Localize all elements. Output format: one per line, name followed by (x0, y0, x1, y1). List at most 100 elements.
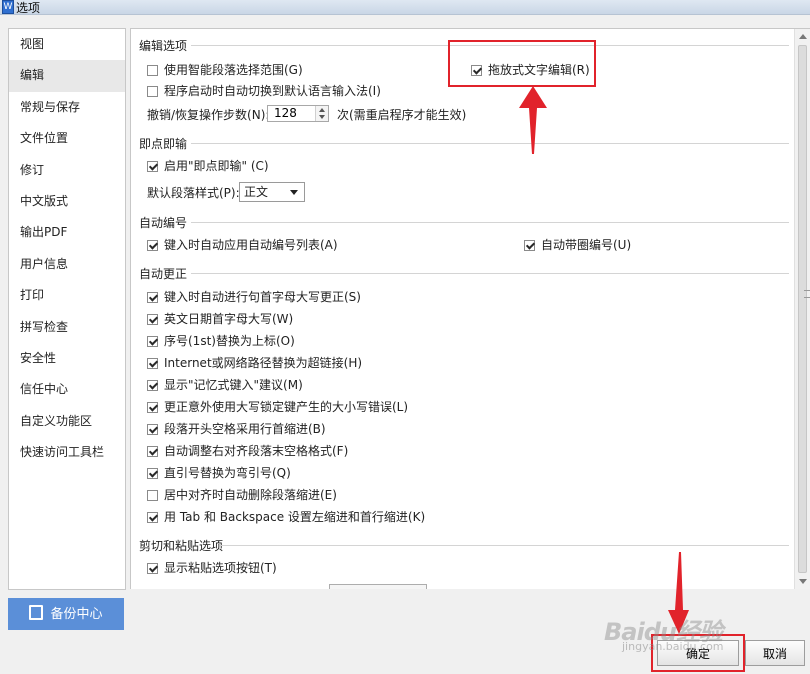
baidu-watermark-url: jingyan.baidu.com (622, 640, 724, 653)
section-divider (191, 222, 789, 223)
checkbox-label: 显示粘贴选项按钮(T) (164, 561, 277, 575)
checkbox-box (147, 512, 158, 523)
section-divider (191, 273, 789, 274)
checkbox-box (147, 86, 158, 97)
checkbox-label: 启用"即点即输" (C) (164, 159, 269, 173)
vertical-scrollbar[interactable] (794, 29, 810, 589)
checkbox-box (147, 292, 158, 303)
checkbox-label: 显示"记忆式键入"建议(M) (164, 378, 303, 392)
scrollbar-thumb[interactable] (798, 45, 810, 573)
autocorrect-leading-space-indent-checkbox[interactable]: 段落开头空格采用行首缩进(B) (147, 420, 326, 438)
smart-paragraph-select-checkbox[interactable]: 使用智能段落选择范围(G) (147, 61, 303, 79)
checkbox-box (147, 65, 158, 76)
scrollbar-grip-icon (804, 290, 810, 298)
checkbox-box (147, 314, 158, 325)
select-value: 正文 (244, 185, 269, 199)
checkbox-box (147, 336, 158, 347)
sidebar-item-chinese-layout[interactable]: 中文版式 (9, 186, 125, 217)
sidebar-item-file-location[interactable]: 文件位置 (9, 123, 125, 154)
autocorrect-capitalize-sentence-checkbox[interactable]: 键入时自动进行句首字母大写更正(S) (147, 288, 361, 306)
undo-steps-input[interactable] (268, 106, 320, 121)
checkbox-box (147, 402, 158, 413)
red-arrow-up-icon (519, 86, 547, 154)
checkbox-box (147, 240, 158, 251)
checkbox-label: 自动带圈编号(U) (541, 238, 632, 252)
show-paste-options-button-checkbox[interactable]: 显示粘贴选项按钮(T) (147, 559, 277, 577)
sidebar-item-export-pdf[interactable]: 输出PDF (9, 217, 125, 248)
sidebar-item-trust-center[interactable]: 信任中心 (9, 374, 125, 405)
sidebar-item-revision[interactable]: 修订 (9, 155, 125, 186)
window-title: 选项 (16, 1, 41, 15)
section-title-autocorrect: 自动更正 (139, 267, 188, 281)
sidebar-item-customize-ribbon[interactable]: 自定义功能区 (9, 406, 125, 437)
sidebar-item-quick-access-toolbar[interactable]: 快速访问工具栏 (9, 437, 125, 468)
checkbox-label: 键入时自动应用自动编号列表(A) (164, 238, 338, 252)
section-title-edit: 编辑选项 (139, 39, 188, 53)
section-title-auto-numbering: 自动编号 (139, 216, 188, 230)
stepper-arrows[interactable] (315, 106, 328, 121)
undo-steps-stepper[interactable] (267, 105, 329, 122)
sidebar-item-user-info[interactable]: 用户信息 (9, 249, 125, 280)
backup-center-label: 备份中心 (50, 607, 103, 622)
checkbox-label: 段落开头空格采用行首缩进(B) (164, 422, 326, 436)
stepper-down-icon[interactable] (319, 115, 325, 119)
section-title-click-and-type: 即点即输 (139, 137, 188, 151)
checkbox-label: 序号(1st)替换为上标(O) (164, 334, 295, 348)
partially-visible-button[interactable] (329, 584, 427, 589)
sidebar-item-edit[interactable]: 编辑 (9, 60, 125, 92)
autocorrect-capitalize-dates-checkbox[interactable]: 英文日期首字母大写(W) (147, 310, 293, 328)
checkbox-label: 英文日期首字母大写(W) (164, 312, 294, 326)
options-sidebar: 视图 编辑 常规与保存 文件位置 修订 中文版式 输出PDF 用户信息 打印 拼… (8, 28, 126, 590)
default-paragraph-style-select[interactable]: 正文 (239, 182, 305, 202)
auto-ime-switch-checkbox[interactable]: 程序启动时自动切换到默认语言输入法(I) (147, 82, 381, 100)
checkbox-box (147, 563, 158, 574)
checkbox-box (147, 424, 158, 435)
sidebar-item-print[interactable]: 打印 (9, 280, 125, 311)
backup-icon (29, 605, 44, 620)
checkbox-label: 键入时自动进行句首字母大写更正(S) (164, 290, 361, 304)
chevron-down-icon (290, 190, 298, 195)
autocorrect-autocomplete-checkbox[interactable]: 显示"记忆式键入"建议(M) (147, 376, 303, 394)
checkbox-box (147, 490, 158, 501)
enable-click-and-type-checkbox[interactable]: 启用"即点即输" (C) (147, 157, 269, 175)
sidebar-item-security[interactable]: 安全性 (9, 343, 125, 374)
autocorrect-tab-backspace-indent-checkbox[interactable]: 用 Tab 和 Backspace 设置左缩进和首行缩进(K) (147, 508, 425, 526)
checkbox-label: 直引号替换为弯引号(Q) (164, 466, 291, 480)
checkbox-box (147, 358, 158, 369)
options-content: 编辑选项 使用智能段落选择范围(G) 程序启动时自动切换到默认语言输入法(I) … (131, 29, 795, 589)
section-divider (191, 143, 789, 144)
scroll-up-icon[interactable] (799, 34, 807, 39)
autocorrect-ordinal-superscript-checkbox[interactable]: 序号(1st)替换为上标(O) (147, 332, 295, 350)
drag-drop-highlight-box (448, 40, 596, 87)
checkbox-label: 用 Tab 和 Backspace 设置左缩进和首行缩进(K) (164, 510, 426, 524)
checkbox-label: 居中对齐时自动删除段落缩进(E) (164, 488, 337, 502)
checkbox-label: 自动调整右对齐段落末空格格式(F) (164, 444, 349, 458)
auto-circled-numbering-checkbox[interactable]: 自动带圈编号(U) (524, 236, 631, 254)
sidebar-item-view[interactable]: 视图 (9, 29, 125, 60)
scroll-down-icon[interactable] (799, 579, 807, 584)
checkbox-box (147, 380, 158, 391)
checkbox-label: 更正意外使用大写锁定键产生的大小写错误(L) (164, 400, 409, 414)
title-bar: W 选项 (0, 0, 810, 15)
checkbox-label: Internet或网络路径替换为超链接(H) (164, 356, 363, 370)
autocorrect-caps-lock-checkbox[interactable]: 更正意外使用大写锁定键产生的大小写错误(L) (147, 398, 408, 416)
section-title-cut-paste: 剪切和粘贴选项 (139, 539, 224, 553)
auto-numbered-list-checkbox[interactable]: 键入时自动应用自动编号列表(A) (147, 236, 338, 254)
sidebar-item-spell-check[interactable]: 拼写检查 (9, 312, 125, 343)
backup-center-button[interactable]: 备份中心 (8, 598, 124, 630)
undo-steps-label: 撤销/恢复操作步数(N): (147, 108, 270, 122)
autocorrect-right-align-space-checkbox[interactable]: 自动调整右对齐段落末空格格式(F) (147, 442, 348, 460)
checkbox-label: 使用智能段落选择范围(G) (164, 63, 303, 77)
stepper-up-icon[interactable] (319, 108, 325, 112)
checkbox-box (147, 468, 158, 479)
autocorrect-center-remove-indent-checkbox[interactable]: 居中对齐时自动删除段落缩进(E) (147, 486, 337, 504)
checkbox-box (147, 161, 158, 172)
options-panel: 编辑选项 使用智能段落选择范围(G) 程序启动时自动切换到默认语言输入法(I) … (130, 28, 810, 589)
autocorrect-hyperlink-checkbox[interactable]: Internet或网络路径替换为超链接(H) (147, 354, 362, 372)
section-divider (221, 545, 789, 546)
undo-steps-note: 次(需重启程序才能生效) (337, 108, 467, 122)
sidebar-item-general-save[interactable]: 常规与保存 (9, 92, 125, 123)
autocorrect-smart-quotes-checkbox[interactable]: 直引号替换为弯引号(Q) (147, 464, 291, 482)
cancel-button[interactable]: 取消 (745, 640, 805, 666)
wps-writer-icon: W (2, 0, 14, 14)
